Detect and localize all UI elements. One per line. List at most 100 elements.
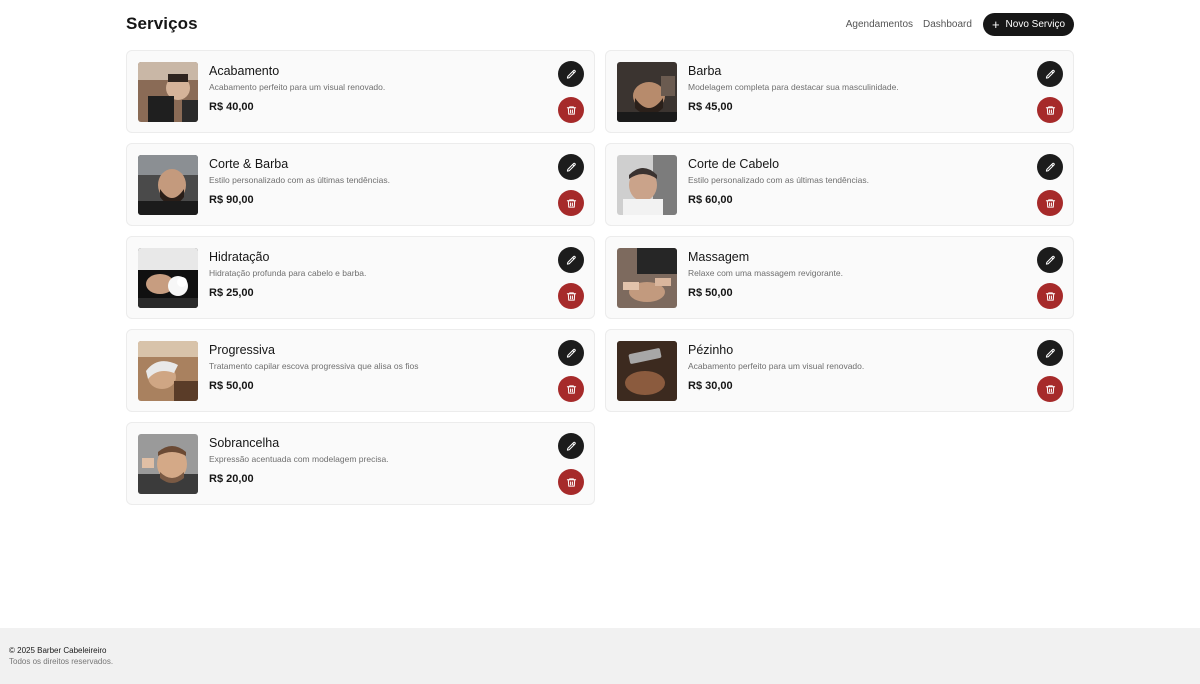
- service-price: R$ 45,00: [688, 101, 733, 113]
- pencil-icon: [566, 255, 577, 266]
- service-price: R$ 50,00: [209, 380, 254, 392]
- trash-icon: [566, 477, 577, 488]
- edit-service-button[interactable]: [1037, 340, 1063, 366]
- service-card: Massagem Relaxe com uma massagem revigora…: [605, 236, 1074, 319]
- pencil-icon: [566, 441, 577, 452]
- footer-copyright: © 2025 Barber Cabeleireiro: [9, 646, 107, 655]
- pencil-icon: [1045, 255, 1056, 266]
- trash-icon: [1045, 384, 1056, 395]
- pencil-icon: [566, 162, 577, 173]
- trash-icon: [1045, 291, 1056, 302]
- service-description: Acabamento perfeito para um visual renov…: [688, 361, 865, 371]
- service-info: Hidratação Hidratação profunda para cabel…: [209, 249, 534, 300]
- service-price: R$ 90,00: [209, 194, 254, 206]
- service-price: R$ 60,00: [688, 194, 733, 206]
- service-name: Progressiva: [209, 343, 275, 357]
- service-card: Acabamento Acabamento perfeito para um vi…: [126, 50, 595, 133]
- edit-service-button[interactable]: [558, 154, 584, 180]
- footer-rights: Todos os direitos reservados.: [9, 657, 114, 666]
- service-image: [138, 248, 198, 308]
- edit-service-button[interactable]: [558, 61, 584, 87]
- service-description: Expressão acentuada com modelagem precis…: [209, 454, 389, 464]
- service-image: [617, 155, 677, 215]
- service-info: Corte & Barba Estilo personalizado com as…: [209, 156, 534, 207]
- delete-service-button[interactable]: [558, 190, 584, 216]
- service-name: Corte de Cabelo: [688, 157, 780, 171]
- service-name: Massagem: [688, 250, 750, 264]
- delete-service-button[interactable]: [558, 97, 584, 123]
- service-image: [138, 434, 198, 494]
- services-grid: Acabamento Acabamento perfeito para um vi…: [126, 50, 1074, 505]
- delete-service-button[interactable]: [1037, 376, 1063, 402]
- service-card: Progressiva Tratamento capilar escova pro…: [126, 329, 595, 412]
- delete-service-button[interactable]: [558, 283, 584, 309]
- edit-service-button[interactable]: [558, 247, 584, 273]
- service-card: Sobrancelha Expressão acentuada com model…: [126, 422, 595, 505]
- page-title: Serviços: [126, 14, 198, 33]
- service-image: [617, 248, 677, 308]
- service-card: Corte de Cabelo Estilo personalizado com …: [605, 143, 1074, 226]
- service-price: R$ 20,00: [209, 473, 254, 485]
- service-image: [138, 62, 198, 122]
- service-description: Acabamento perfeito para um visual renov…: [209, 82, 386, 92]
- top-nav: Agendamentos Dashboard + Novo Serviço: [846, 12, 1074, 36]
- service-image: [617, 62, 677, 122]
- trash-icon: [1045, 105, 1056, 116]
- service-info: Progressiva Tratamento capilar escova pro…: [209, 342, 534, 393]
- delete-service-button[interactable]: [558, 376, 584, 402]
- edit-service-button[interactable]: [1037, 61, 1063, 87]
- service-price: R$ 30,00: [688, 380, 733, 392]
- service-name: Barba: [688, 64, 722, 78]
- pencil-icon: [1045, 69, 1056, 80]
- service-info: Sobrancelha Expressão acentuada com model…: [209, 435, 534, 486]
- service-name: Corte & Barba: [209, 157, 289, 171]
- service-image: [138, 341, 198, 401]
- service-info: Massagem Relaxe com uma massagem revigora…: [688, 249, 1013, 300]
- delete-service-button[interactable]: [1037, 97, 1063, 123]
- trash-icon: [566, 291, 577, 302]
- service-description: Estilo personalizado com as últimas tend…: [688, 175, 869, 185]
- service-name: Pézinho: [688, 343, 734, 357]
- trash-icon: [1045, 198, 1056, 209]
- new-service-button[interactable]: + Novo Serviço: [982, 12, 1074, 36]
- service-card: Hidratação Hidratação profunda para cabel…: [126, 236, 595, 319]
- page-header: Serviços Agendamentos Dashboard + Novo S…: [126, 12, 1074, 36]
- new-service-label: Novo Serviço: [1005, 18, 1065, 30]
- pencil-icon: [1045, 348, 1056, 359]
- service-price: R$ 25,00: [209, 287, 254, 299]
- service-image: [138, 155, 198, 215]
- service-description: Modelagem completa para destacar sua mas…: [688, 82, 899, 92]
- trash-icon: [566, 198, 577, 209]
- service-description: Hidratação profunda para cabelo e barba.: [209, 268, 367, 278]
- service-name: Hidratação: [209, 250, 270, 264]
- edit-service-button[interactable]: [1037, 154, 1063, 180]
- delete-service-button[interactable]: [558, 469, 584, 495]
- delete-service-button[interactable]: [1037, 283, 1063, 309]
- nav-link-agendamentos[interactable]: Agendamentos: [846, 19, 913, 30]
- footer: © 2025 Barber Cabeleireiro Todos os dire…: [0, 628, 1200, 684]
- service-price: R$ 40,00: [209, 101, 254, 113]
- pencil-icon: [566, 348, 577, 359]
- trash-icon: [566, 384, 577, 395]
- nav-link-dashboard[interactable]: Dashboard: [923, 19, 972, 30]
- pencil-icon: [566, 69, 577, 80]
- service-card: Pézinho Acabamento perfeito para um visua…: [605, 329, 1074, 412]
- pencil-icon: [1045, 162, 1056, 173]
- service-info: Acabamento Acabamento perfeito para um vi…: [209, 63, 534, 114]
- service-name: Sobrancelha: [209, 436, 280, 450]
- service-info: Corte de Cabelo Estilo personalizado com …: [688, 156, 1013, 207]
- trash-icon: [566, 105, 577, 116]
- service-description: Estilo personalizado com as últimas tend…: [209, 175, 390, 185]
- service-image: [617, 341, 677, 401]
- service-description: Relaxe com uma massagem revigorante.: [688, 268, 843, 278]
- service-description: Tratamento capilar escova progressiva qu…: [209, 361, 419, 371]
- edit-service-button[interactable]: [558, 433, 584, 459]
- service-info: Barba Modelagem completa para destacar su…: [688, 63, 1013, 114]
- edit-service-button[interactable]: [558, 340, 584, 366]
- edit-service-button[interactable]: [1037, 247, 1063, 273]
- plus-icon: +: [991, 16, 1000, 32]
- service-info: Pézinho Acabamento perfeito para um visua…: [688, 342, 1013, 393]
- service-card: Corte & Barba Estilo personalizado com as…: [126, 143, 595, 226]
- delete-service-button[interactable]: [1037, 190, 1063, 216]
- service-name: Acabamento: [209, 64, 280, 78]
